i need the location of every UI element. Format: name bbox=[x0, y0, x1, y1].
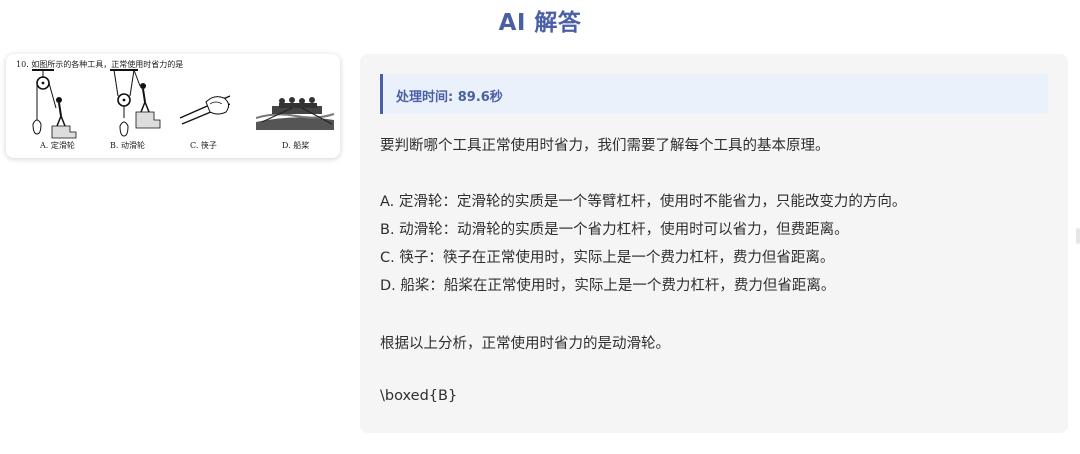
answer-intro: 要判断哪个工具正常使用时省力，我们需要了解每个工具的基本原理。 bbox=[380, 138, 830, 154]
option-b-label: B. 动滑轮 bbox=[110, 141, 145, 150]
processing-time-bar: 处理时间: 89.6秒 bbox=[380, 74, 1048, 114]
page-title: AI 解答 bbox=[498, 10, 582, 36]
option-a-label: A. 定滑轮 bbox=[40, 141, 75, 150]
processing-time: 处理时间: 89.6秒 bbox=[396, 90, 503, 105]
rowing-boat-figure bbox=[256, 97, 335, 130]
option-c-label: C. 筷子 bbox=[190, 141, 217, 150]
answer-item-d: D. 船桨：船桨在正常使用时，实际上是一个费力杠杆，费力但省距离。 bbox=[380, 278, 836, 294]
scroll-handle[interactable] bbox=[1076, 228, 1080, 244]
question-image: 10. 如图所示的各种工具，正常使用时省力的是 A. 定滑轮 B. 动滑轮 C.… bbox=[6, 54, 340, 158]
chopsticks-figure bbox=[179, 95, 231, 125]
answer-boxed: \boxed{B} bbox=[380, 388, 458, 404]
answer-item-a: A. 定滑轮：定滑轮的实质是一个等臂杠杆，使用时不能省力，只能改变力的方向。 bbox=[380, 194, 907, 210]
answer-item-c: C. 筷子：筷子在正常使用时，实际上是一个费力杠杆，费力但省距离。 bbox=[380, 250, 835, 266]
answer-panel: 处理时间: 89.6秒 要判断哪个工具正常使用时省力，我们需要了解每个工具的基本… bbox=[360, 54, 1068, 433]
option-d-label: D. 船桨 bbox=[282, 141, 310, 150]
fixed-pulley-figure bbox=[32, 69, 77, 139]
answer-conclusion: 根据以上分析，正常使用时省力的是动滑轮。 bbox=[380, 336, 670, 352]
movable-pulley-figure bbox=[110, 69, 161, 137]
answer-item-b: B. 动滑轮：动滑轮的实质是一个省力杠杆，使用时可以省力，但费距离。 bbox=[380, 222, 849, 238]
